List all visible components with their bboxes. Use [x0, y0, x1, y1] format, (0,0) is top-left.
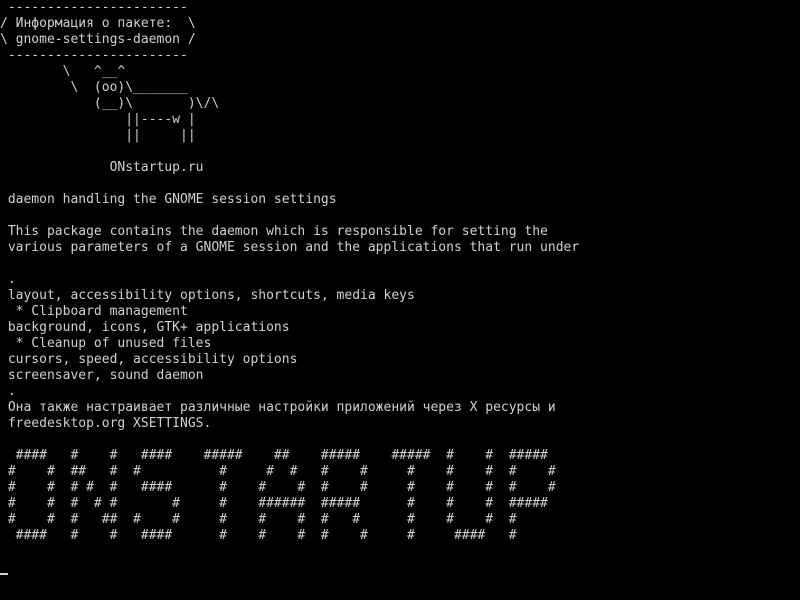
- cowsay-art-line: \ ^__^: [0, 64, 126, 79]
- banner-art-line: #### # # #### # # # # # # #### #: [0, 528, 517, 543]
- text-cursor: [0, 573, 8, 575]
- cowsay-bubble-bottom: -----------------------: [0, 48, 196, 63]
- terminal-screen[interactable]: ----------------------- / Информация о п…: [0, 0, 800, 600]
- description-line: various parameters of a GNOME session an…: [0, 240, 580, 255]
- description-line: cursors, speed, accessibility options: [0, 352, 298, 367]
- cowsay-art-line: ||----w |: [0, 112, 196, 127]
- banner-art-line: # # ## # # # # # # # # # # # #: [0, 464, 556, 479]
- package-summary: daemon handling the GNOME session settin…: [0, 192, 337, 207]
- cowsay-art-line: (__)\ )\/\: [0, 96, 220, 111]
- description-bullet: * Cleanup of unused files: [0, 336, 212, 351]
- cowsay-art-line: \ (oo)\_______: [0, 80, 188, 95]
- banner-art-line: # # # # # #### # # # # # # # # # #: [0, 480, 556, 495]
- banner-art-line: # # # # # # # ###### ##### # # # #####: [0, 496, 548, 511]
- description-line: layout, accessibility options, shortcuts…: [0, 288, 415, 303]
- description-bullet: * Clipboard management: [0, 304, 188, 319]
- description-line: background, icons, GTK+ applications: [0, 320, 290, 335]
- description-separator: .: [0, 272, 16, 287]
- description-separator: .: [0, 384, 16, 399]
- cowsay-bubble-package: \ gnome-settings-daemon /: [0, 32, 196, 47]
- site-signature: ONstartup.ru: [0, 160, 204, 175]
- cowsay-art-line: || ||: [0, 128, 196, 143]
- description-line: screensaver, sound daemon: [0, 368, 204, 383]
- banner-art-line: #### # # #### ##### ## ##### ##### # # #…: [0, 448, 548, 463]
- description-line: freedesktop.org XSETTINGS.: [0, 416, 212, 431]
- description-line: This package contains the daemon which i…: [0, 224, 548, 239]
- banner-art-line: # # # ## # # # # # # # # # # #: [0, 512, 517, 527]
- cowsay-bubble-top: -----------------------: [0, 0, 196, 15]
- description-line-ru: Она также настраивает различные настройк…: [0, 400, 556, 415]
- cowsay-bubble-title: / Информация о пакете: \: [0, 16, 196, 31]
